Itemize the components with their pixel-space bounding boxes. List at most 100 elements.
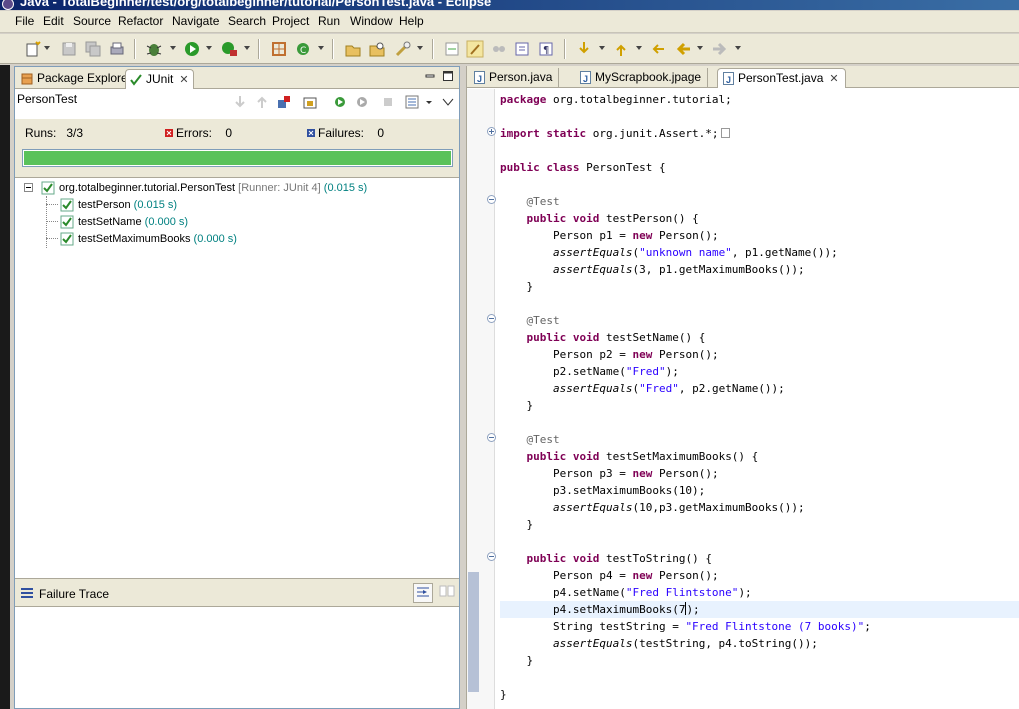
code-line: public void testPerson() { <box>500 210 1019 227</box>
suite-runner: [Runner: JUnit 4] <box>238 182 321 194</box>
code-token: Person(); <box>652 348 719 361</box>
code-token: } <box>526 518 534 531</box>
chevron-down-icon[interactable] <box>636 46 642 50</box>
open-resource-icon[interactable] <box>368 40 386 58</box>
code-token: import static <box>500 127 587 140</box>
run-external-tool-icon[interactable] <box>220 40 238 58</box>
mark-occurrences-icon[interactable] <box>466 40 484 58</box>
minimize-icon[interactable] <box>425 70 435 80</box>
chevron-down-icon[interactable] <box>425 95 433 109</box>
test-run-history-icon[interactable] <box>405 95 419 109</box>
window-title-bar[interactable]: Java - TotalBeginner/test/org/totalbegin… <box>0 0 1019 10</box>
show-whitespace-icon[interactable] <box>490 40 508 58</box>
scroll-lock-icon[interactable] <box>303 95 317 109</box>
tab-persontest-java[interactable]: PersonTest.java ✕ <box>717 68 846 89</box>
code-token: Person(); <box>652 467 719 480</box>
rerun-test-icon[interactable] <box>333 95 347 109</box>
editor-ruler[interactable] <box>467 89 496 709</box>
errors-label: Errors: <box>176 126 212 140</box>
code-line: assertEquals("Fred", p2.getName()); <box>500 380 1019 397</box>
new-java-project-icon[interactable] <box>270 40 288 58</box>
chevron-down-icon[interactable] <box>735 46 741 50</box>
next-annotation-icon[interactable] <box>575 40 593 58</box>
filter-stack-trace-icon[interactable] <box>413 583 433 603</box>
previous-failure-icon[interactable] <box>255 95 269 109</box>
next-failure-icon[interactable] <box>233 95 247 109</box>
toolbar-separator <box>134 39 136 59</box>
code-token: Person(); <box>652 229 719 242</box>
tab-package-explorer[interactable]: Package Explorer <box>17 69 136 89</box>
tree-root-suite[interactable]: org.totalbeginner.tutorial.PersonTest [R… <box>41 180 367 196</box>
code-token: testSetMaximumBooks() { <box>599 450 759 463</box>
menu-help[interactable]: Help <box>399 14 424 28</box>
chevron-down-icon[interactable] <box>599 46 605 50</box>
print-icon[interactable] <box>108 40 126 58</box>
code-token: p3.setMaximumBooks(10); <box>552 484 706 497</box>
code-token: } <box>526 654 534 667</box>
tab-myscrapbook-jpage[interactable]: MyScrapbook.jpage <box>575 68 709 88</box>
chevron-down-icon[interactable] <box>170 46 176 50</box>
code-token: PersonTest { <box>579 161 666 174</box>
maximize-icon[interactable] <box>443 70 453 81</box>
rerun-failed-first-icon[interactable] <box>355 95 369 109</box>
collapse-icon[interactable] <box>487 433 496 442</box>
chevron-down-icon[interactable] <box>697 46 703 50</box>
failure-icon <box>307 126 315 137</box>
chevron-down-icon[interactable] <box>244 46 250 50</box>
new-class-icon[interactable]: C <box>294 40 312 58</box>
menu-run[interactable]: Run <box>318 14 340 28</box>
menu-search[interactable]: Search <box>228 14 266 28</box>
toggle-ant-editor-icon[interactable] <box>443 40 461 58</box>
collapse-icon[interactable] <box>24 183 33 192</box>
failure-trace-header: Failure Trace <box>15 578 459 607</box>
close-icon[interactable]: ✕ <box>829 70 838 88</box>
run-icon[interactable] <box>183 40 201 58</box>
previous-annotation-icon[interactable] <box>612 40 630 58</box>
save-all-icon[interactable] <box>84 40 102 58</box>
collapse-icon[interactable] <box>487 314 496 323</box>
close-icon[interactable]: ✕ <box>179 71 188 89</box>
view-menu-icon[interactable] <box>441 95 455 109</box>
open-type-icon[interactable] <box>344 40 362 58</box>
show-failures-only-icon[interactable] <box>277 95 291 109</box>
code-token: "unknown name" <box>639 246 732 259</box>
tree-test-case[interactable]: testPerson (0.015 s) <box>60 197 177 213</box>
menu-refactor[interactable]: Refactor <box>118 14 163 28</box>
menu-file[interactable]: File <box>15 14 34 28</box>
new-icon[interactable] <box>24 40 42 58</box>
chevron-down-icon[interactable] <box>318 46 324 50</box>
save-icon[interactable] <box>60 40 78 58</box>
paragraph-icon[interactable]: ¶ <box>537 40 555 58</box>
chevron-down-icon[interactable] <box>417 46 423 50</box>
code-token: assertEquals <box>552 382 633 395</box>
collapse-icon[interactable] <box>487 195 496 204</box>
tree-test-case[interactable]: testSetMaximumBooks (0.000 s) <box>60 231 237 247</box>
compare-result-icon[interactable] <box>439 584 455 600</box>
menu-navigate[interactable]: Navigate <box>172 14 219 28</box>
code-token: } <box>526 399 534 412</box>
menu-window[interactable]: Window <box>350 14 393 28</box>
chevron-down-icon[interactable] <box>206 46 212 50</box>
code-token: ); <box>665 365 679 378</box>
code-token: public void <box>526 450 600 463</box>
chevron-down-icon[interactable] <box>44 46 50 50</box>
toolbar-separator <box>564 39 566 59</box>
menu-project[interactable]: Project <box>272 14 309 28</box>
block-selection-icon[interactable] <box>513 40 531 58</box>
expand-icon[interactable] <box>487 127 496 136</box>
forward-icon[interactable] <box>710 40 728 58</box>
code-token: , p2.getName()); <box>678 382 785 395</box>
stop-icon[interactable] <box>381 95 395 109</box>
menu-source[interactable]: Source <box>73 14 111 28</box>
debug-icon[interactable] <box>145 40 163 58</box>
code-line: assertEquals(10,p3.getMaximumBooks()); <box>500 499 1019 516</box>
tab-person-java[interactable]: Person.java <box>469 68 560 88</box>
tab-junit[interactable]: JUnit ✕ <box>125 69 194 89</box>
search-icon[interactable] <box>394 40 412 58</box>
back-icon[interactable] <box>675 40 693 58</box>
tree-test-case[interactable]: testSetName (0.000 s) <box>60 214 188 230</box>
menu-edit[interactable]: Edit <box>43 14 64 28</box>
last-edit-location-icon[interactable] <box>650 40 668 58</box>
folded-region-icon[interactable] <box>720 128 730 138</box>
collapse-icon[interactable] <box>487 552 496 561</box>
